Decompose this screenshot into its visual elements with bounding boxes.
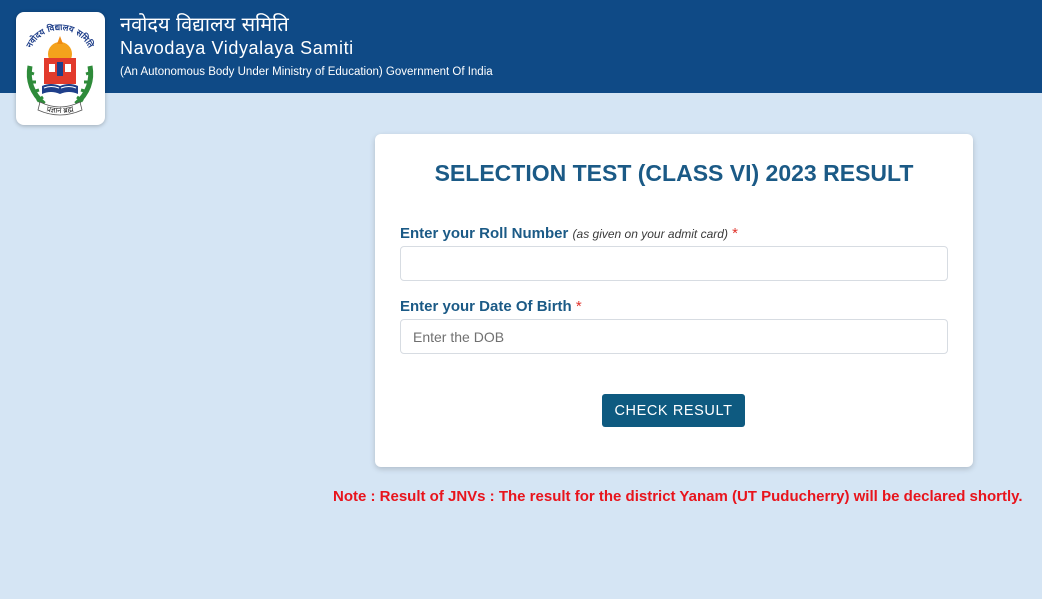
result-form-card: SELECTION TEST (CLASS VI) 2023 RESULT En… (375, 134, 973, 467)
form-title: SELECTION TEST (CLASS VI) 2023 RESULT (434, 160, 914, 186)
org-name-english: Navodaya Vidyalaya Samiti (120, 38, 354, 58)
roll-number-hint: (as given on your admit card) (572, 227, 728, 241)
result-note: Note : Result of JNVs : The result for t… (333, 488, 1023, 505)
nvs-logo[interactable]: नवोदय विद्यालय समिति प्रज्ञानं ब्रह्म (16, 12, 105, 125)
check-result-button[interactable]: CHECK RESULT (602, 394, 745, 427)
dob-label: Enter your Date Of Birth * (400, 298, 582, 315)
required-asterisk: * (732, 225, 738, 242)
required-asterisk: * (575, 298, 582, 315)
org-subtitle: (An Autonomous Body Under Ministry of Ed… (120, 66, 493, 78)
roll-number-label: Enter your Roll Number (as given on your… (400, 225, 738, 242)
roll-number-input[interactable] (400, 246, 948, 281)
roll-number-label-text: Enter your Roll Number (400, 225, 569, 242)
dob-input[interactable] (400, 319, 948, 354)
org-name-hindi: नवोदय विद्यालय समिति (120, 12, 289, 36)
dob-label-text: Enter your Date Of Birth (400, 298, 572, 315)
header-bar: नवोदय विद्यालय समिति Navodaya Vidyalaya … (0, 0, 1042, 93)
nvs-emblem-icon: नवोदय विद्यालय समिति प्रज्ञानं ब्रह्म (24, 22, 97, 116)
